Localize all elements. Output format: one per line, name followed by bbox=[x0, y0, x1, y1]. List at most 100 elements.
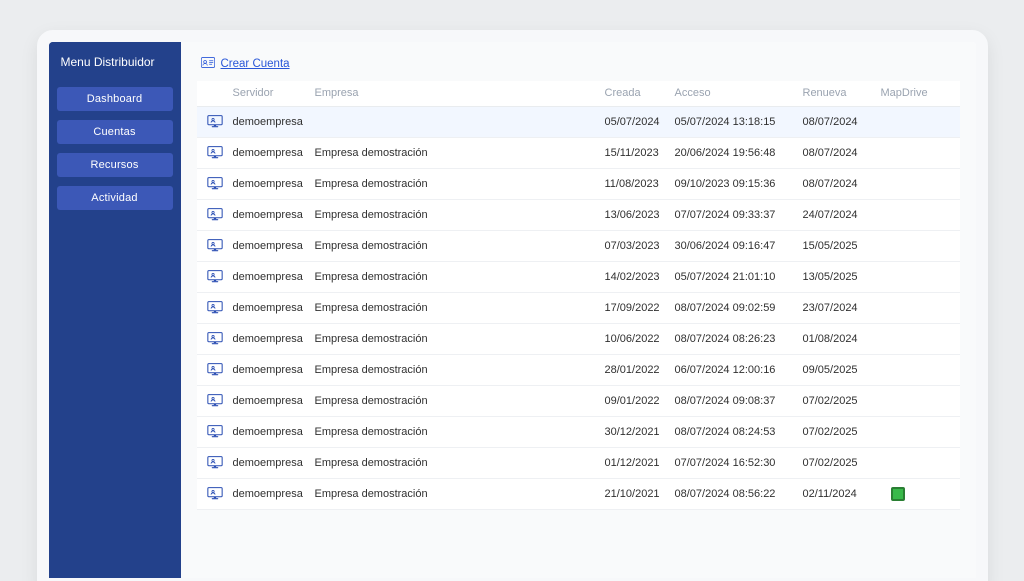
cell-acceso: 07/07/2024 09:33:37 bbox=[675, 209, 803, 221]
cell-acceso: 09/10/2023 09:15:36 bbox=[675, 178, 803, 190]
server-icon bbox=[207, 270, 233, 283]
cell-servidor: demoempresa bbox=[233, 116, 315, 128]
table-row[interactable]: demoempresaEmpresa demostración11/08/202… bbox=[197, 169, 960, 200]
sidebar-item-actividad[interactable]: Actividad bbox=[57, 186, 173, 210]
cell-acceso: 08/07/2024 09:08:37 bbox=[675, 395, 803, 407]
table-row[interactable]: demoempresaEmpresa demostración15/11/202… bbox=[197, 138, 960, 169]
table-row[interactable]: demoempresaEmpresa demostración14/02/202… bbox=[197, 262, 960, 293]
server-icon bbox=[207, 239, 233, 252]
content-area: Crear Cuenta Servidor Empresa Creada Acc… bbox=[181, 42, 976, 578]
cell-servidor: demoempresa bbox=[233, 395, 315, 407]
cell-renueva: 13/05/2025 bbox=[803, 271, 881, 283]
table-row[interactable]: demoempresaEmpresa demostración21/10/202… bbox=[197, 479, 960, 510]
table-row[interactable]: demoempresaEmpresa demostración13/06/202… bbox=[197, 200, 960, 231]
col-servidor[interactable]: Servidor bbox=[233, 87, 315, 99]
server-icon bbox=[207, 425, 233, 438]
server-icon bbox=[207, 394, 233, 407]
table-row[interactable]: demoempresaEmpresa demostración09/01/202… bbox=[197, 386, 960, 417]
cell-empresa: Empresa demostración bbox=[315, 395, 605, 407]
cell-creada: 09/01/2022 bbox=[605, 395, 675, 407]
cell-empresa: Empresa demostración bbox=[315, 426, 605, 438]
app-window: Menu Distribuidor Dashboard Cuentas Recu… bbox=[49, 42, 976, 578]
table-header: Servidor Empresa Creada Acceso Renueva M… bbox=[197, 81, 960, 107]
cell-renueva: 02/11/2024 bbox=[803, 488, 881, 500]
cell-acceso: 07/07/2024 16:52:30 bbox=[675, 457, 803, 469]
cell-acceso: 30/06/2024 09:16:47 bbox=[675, 240, 803, 252]
cell-creada: 17/09/2022 bbox=[605, 302, 675, 314]
cell-renueva: 07/02/2025 bbox=[803, 457, 881, 469]
cell-servidor: demoempresa bbox=[233, 488, 315, 500]
sidebar-item-cuentas[interactable]: Cuentas bbox=[57, 120, 173, 144]
cell-renueva: 24/07/2024 bbox=[803, 209, 881, 221]
device-frame: Menu Distribuidor Dashboard Cuentas Recu… bbox=[37, 30, 988, 581]
cell-acceso: 06/07/2024 12:00:16 bbox=[675, 364, 803, 376]
id-card-icon bbox=[201, 57, 215, 71]
server-icon bbox=[207, 177, 233, 190]
sidebar: Menu Distribuidor Dashboard Cuentas Recu… bbox=[49, 42, 181, 578]
cell-renueva: 08/07/2024 bbox=[803, 147, 881, 159]
table-row[interactable]: demoempresa 05/07/202405/07/2024 13:18:15… bbox=[197, 107, 960, 138]
cell-acceso: 08/07/2024 08:26:23 bbox=[675, 333, 803, 345]
crear-cuenta-label: Crear Cuenta bbox=[221, 58, 290, 70]
mapdrive-indicator bbox=[891, 487, 905, 501]
server-icon bbox=[207, 456, 233, 469]
table-row[interactable]: demoempresaEmpresa demostración07/03/202… bbox=[197, 231, 960, 262]
cell-empresa: Empresa demostración bbox=[315, 240, 605, 252]
cell-creada: 05/07/2024 bbox=[605, 116, 675, 128]
crear-cuenta-link[interactable]: Crear Cuenta bbox=[201, 57, 960, 71]
cell-servidor: demoempresa bbox=[233, 302, 315, 314]
cell-acceso: 05/07/2024 13:18:15 bbox=[675, 116, 803, 128]
table-row[interactable]: demoempresaEmpresa demostración01/12/202… bbox=[197, 448, 960, 479]
server-icon bbox=[207, 487, 233, 500]
col-acceso[interactable]: Acceso bbox=[675, 87, 803, 99]
cell-empresa: Empresa demostración bbox=[315, 488, 605, 500]
cell-empresa: Empresa demostración bbox=[315, 457, 605, 469]
table-row[interactable]: demoempresaEmpresa demostración28/01/202… bbox=[197, 355, 960, 386]
sidebar-nav: Dashboard Cuentas Recursos Actividad bbox=[49, 80, 181, 217]
cell-empresa: Empresa demostración bbox=[315, 178, 605, 190]
col-mapdrive[interactable]: MapDrive bbox=[881, 87, 933, 99]
col-creada[interactable]: Creada bbox=[605, 87, 675, 99]
sidebar-title: Menu Distribuidor bbox=[49, 42, 181, 80]
cell-creada: 10/06/2022 bbox=[605, 333, 675, 345]
cell-empresa: Empresa demostración bbox=[315, 364, 605, 376]
cell-servidor: demoempresa bbox=[233, 457, 315, 469]
sidebar-item-recursos[interactable]: Recursos bbox=[57, 153, 173, 177]
cell-renueva: 23/07/2024 bbox=[803, 302, 881, 314]
cell-creada: 30/12/2021 bbox=[605, 426, 675, 438]
table-row[interactable]: demoempresaEmpresa demostración17/09/202… bbox=[197, 293, 960, 324]
server-icon bbox=[207, 301, 233, 314]
cell-acceso: 20/06/2024 19:56:48 bbox=[675, 147, 803, 159]
server-icon bbox=[207, 115, 233, 128]
cell-servidor: demoempresa bbox=[233, 178, 315, 190]
cell-empresa: Empresa demostración bbox=[315, 147, 605, 159]
cell-creada: 11/08/2023 bbox=[605, 178, 675, 190]
cell-creada: 21/10/2021 bbox=[605, 488, 675, 500]
server-icon bbox=[207, 146, 233, 159]
cell-empresa: Empresa demostración bbox=[315, 209, 605, 221]
cell-creada: 14/02/2023 bbox=[605, 271, 675, 283]
col-empresa[interactable]: Empresa bbox=[315, 87, 605, 99]
col-renueva[interactable]: Renueva bbox=[803, 87, 881, 99]
cell-empresa: Empresa demostración bbox=[315, 271, 605, 283]
cell-renueva: 09/05/2025 bbox=[803, 364, 881, 376]
server-icon bbox=[207, 208, 233, 221]
server-icon bbox=[207, 332, 233, 345]
cell-acceso: 08/07/2024 08:56:22 bbox=[675, 488, 803, 500]
table-row[interactable]: demoempresaEmpresa demostración30/12/202… bbox=[197, 417, 960, 448]
cell-creada: 13/06/2023 bbox=[605, 209, 675, 221]
server-icon bbox=[207, 363, 233, 376]
cell-servidor: demoempresa bbox=[233, 147, 315, 159]
cell-mapdrive bbox=[881, 487, 933, 501]
cell-servidor: demoempresa bbox=[233, 426, 315, 438]
cell-creada: 28/01/2022 bbox=[605, 364, 675, 376]
cell-empresa: Empresa demostración bbox=[315, 302, 605, 314]
cell-renueva: 15/05/2025 bbox=[803, 240, 881, 252]
sidebar-item-dashboard[interactable]: Dashboard bbox=[57, 87, 173, 111]
cell-renueva: 08/07/2024 bbox=[803, 116, 881, 128]
cell-creada: 01/12/2021 bbox=[605, 457, 675, 469]
cell-renueva: 07/02/2025 bbox=[803, 426, 881, 438]
table-row[interactable]: demoempresaEmpresa demostración10/06/202… bbox=[197, 324, 960, 355]
cell-renueva: 01/08/2024 bbox=[803, 333, 881, 345]
cell-creada: 15/11/2023 bbox=[605, 147, 675, 159]
